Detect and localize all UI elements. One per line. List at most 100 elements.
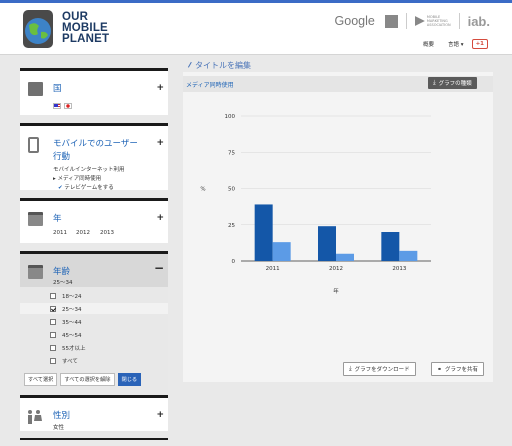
- expand-plus-icon[interactable]: +: [156, 214, 164, 223]
- age-option-label: 55才以上: [62, 345, 86, 352]
- age-option[interactable]: 55才以上: [50, 342, 160, 353]
- filter-behavior[interactable]: モバイルでのユーザー 行動 + モバイルインターネット利用 ▸ メディア同時使用…: [20, 123, 168, 191]
- x-tick-label: 2013: [392, 266, 406, 272]
- filter-country-title: 国: [53, 84, 62, 94]
- japan-flag-icon: [64, 103, 72, 109]
- expand-plus-icon[interactable]: +: [156, 411, 164, 420]
- year-value-2011: 2011: [53, 230, 67, 236]
- partner-logos: Google MOBILE MARKETING ASSOCIATION iab.: [335, 12, 490, 30]
- age-current: 25～34: [53, 280, 73, 286]
- smartphone-icon: [28, 137, 39, 153]
- ipsos-logo-icon[interactable]: [384, 14, 398, 28]
- behavior-title-line-1: モバイルでのユーザー: [53, 139, 138, 149]
- globe-logo-icon[interactable]: [20, 9, 58, 49]
- language-dropdown[interactable]: 言語 ▾: [448, 40, 464, 48]
- age-option[interactable]: すべて: [50, 355, 160, 366]
- bar: [399, 250, 418, 261]
- checkbox[interactable]: [50, 292, 56, 299]
- bar: [254, 204, 273, 261]
- filter-country[interactable]: 国 +: [20, 68, 168, 115]
- filter-sidebar: 国 + モバイルでのユーザー 行動 + モバイルインターネット利用 ▸ メディア…: [20, 68, 168, 440]
- behavior-sub-2: ▸ メディア同時使用: [53, 176, 102, 182]
- x-tick-label: 2011: [266, 266, 280, 272]
- age-option-label: 18～24: [62, 293, 82, 300]
- mma-logo[interactable]: MOBILE MARKETING ASSOCIATION: [414, 15, 451, 27]
- y-tick-label: 25: [228, 223, 235, 229]
- gplus-button[interactable]: +1: [471, 39, 488, 49]
- x-axis-label: 年: [333, 287, 339, 295]
- checkbox-checked[interactable]: [50, 305, 56, 312]
- brand-line-3: PLANET: [62, 33, 110, 45]
- header: OUR MOBILE PLANET Google MOBILE MARKETIN…: [0, 3, 512, 55]
- clear-all-button[interactable]: すべての選択を解除: [60, 373, 115, 386]
- brand-logo-text[interactable]: OUR MOBILE PLANET: [62, 11, 110, 45]
- behavior-sub-3-label: テレビゲームをする: [64, 185, 114, 191]
- bar-chart: 0 25 50 75 100% 2011 2012 2013 年: [200, 114, 431, 295]
- chart-title: メディア同時使用: [186, 82, 234, 89]
- google-logo[interactable]: Google: [335, 14, 375, 28]
- chart-panel: メディア同時使用 ⤓ グラフの種類 0 25 50 75 100% 2011 2012 2013…: [183, 72, 493, 382]
- divider: [405, 13, 407, 29]
- behavior-sub-3: ✔ テレビゲームをする: [58, 183, 114, 191]
- bar: [381, 232, 400, 261]
- link-icon: ⚭: [437, 365, 443, 373]
- checkbox[interactable]: [50, 318, 56, 325]
- chart-type-button[interactable]: ⤓ グラフの種類: [428, 77, 477, 89]
- share-label: グラフを共有: [445, 367, 479, 373]
- nav-about[interactable]: 概要: [423, 40, 434, 48]
- map-icon: [28, 82, 43, 96]
- age-option-label: 35～44: [62, 319, 82, 326]
- expand-plus-icon[interactable]: +: [156, 139, 164, 148]
- download-icon: ⤓: [349, 365, 352, 372]
- filter-gender[interactable]: 性別 + 女性: [20, 395, 168, 431]
- age-options-panel: 18～24 25～34 35～44 45～54 55才以上 すべて すべて選択 …: [20, 287, 168, 390]
- y-tick-label: 50: [228, 187, 235, 193]
- age-option-label: 45～54: [62, 332, 82, 339]
- age-option[interactable]: 45～54: [50, 329, 160, 340]
- download-chart-button[interactable]: ⤓ グラフをダウンロード: [343, 362, 416, 376]
- behavior-sub-1: モバイルインターネット利用: [53, 167, 125, 173]
- us-flag-icon: [53, 103, 61, 109]
- age-option[interactable]: 25～34: [20, 303, 168, 314]
- behavior-sub-2-label: メディア同時使用: [57, 176, 102, 182]
- share-chart-button[interactable]: ⚭ グラフを共有: [431, 362, 485, 376]
- gender-value: 女性: [53, 425, 65, 431]
- filter-year[interactable]: 年 + 2011 2012 2013: [20, 198, 168, 243]
- y-tick-label: 75: [228, 150, 235, 156]
- gender-icon: [28, 410, 42, 424]
- checkbox[interactable]: [50, 331, 56, 338]
- divider: [458, 13, 460, 29]
- x-tick-label: 2012: [329, 266, 343, 272]
- collapse-minus-icon[interactable]: −: [154, 262, 164, 274]
- y-axis-label: %: [200, 187, 205, 193]
- year-value-2012: 2012: [76, 230, 90, 236]
- age-option-label: すべて: [62, 358, 78, 365]
- y-tick-label: 0: [232, 259, 236, 265]
- filter-age[interactable]: 年齢 − 25～34 18～24 25～34 35～44 45～54 55才以上…: [20, 251, 168, 390]
- download-icon: ⤓: [433, 79, 436, 86]
- close-button[interactable]: 閉じる: [117, 373, 142, 386]
- checkbox[interactable]: [50, 344, 56, 351]
- select-all-button[interactable]: すべて選択: [24, 373, 58, 386]
- iab-logo[interactable]: iab.: [468, 14, 490, 29]
- mma-line-3: ASSOCIATION: [426, 23, 451, 27]
- age-option[interactable]: 35～44: [50, 316, 160, 327]
- bar: [336, 253, 354, 261]
- age-option-label: 25～34: [62, 306, 82, 313]
- check-icon: ✔: [58, 185, 63, 191]
- age-option[interactable]: 18～24: [50, 290, 160, 301]
- checkbox[interactable]: [50, 357, 56, 364]
- chart-type-label: グラフの種類: [438, 81, 472, 87]
- filter-gender-title: 性別: [53, 411, 71, 421]
- filter-year-title: 年: [53, 214, 62, 224]
- bar: [272, 242, 291, 261]
- bar: [318, 226, 336, 261]
- country-flags: [53, 103, 75, 109]
- y-tick-label: 100: [225, 114, 236, 120]
- expand-plus-icon[interactable]: +: [156, 84, 164, 93]
- age-actions: すべて選択 すべての選択を解除 閉じる: [24, 373, 144, 386]
- mma-triangle-icon: [414, 16, 425, 26]
- gplus-label: +1: [475, 41, 484, 47]
- download-label: グラフをダウンロード: [354, 367, 410, 373]
- edit-title-link[interactable]: タイトルを編集: [195, 60, 251, 71]
